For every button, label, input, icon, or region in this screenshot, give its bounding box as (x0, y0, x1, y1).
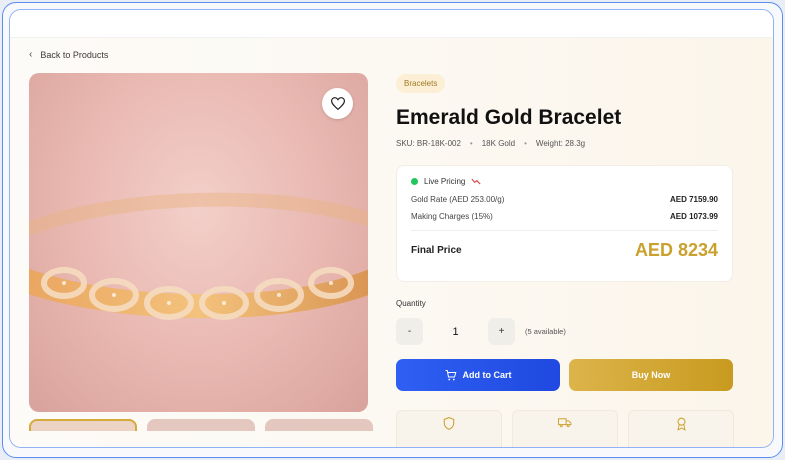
action-buttons: Add to Cart Buy Now (396, 359, 733, 391)
divider (411, 230, 718, 231)
making-charges-row: Making Charges (15%) AED 1073.99 (411, 212, 718, 221)
app-window: ‹ Back to Products Bracelets Emerald Gol… (9, 9, 774, 448)
live-pricing-label: Live Pricing (424, 177, 466, 186)
quantity-stepper: - 1 + (5 available) (396, 318, 566, 345)
favorite-button[interactable] (322, 88, 353, 119)
award-icon (676, 417, 686, 431)
thumbnail[interactable] (265, 419, 373, 431)
gold-rate-value: AED 7159.90 (669, 195, 718, 204)
trend-down-icon (471, 178, 481, 185)
feature-card (512, 410, 618, 447)
gold-rate-label: Gold Rate (AED 253.00/g) (411, 195, 505, 204)
add-to-cart-label: Add to Cart (462, 370, 512, 380)
buy-now-label: Buy Now (631, 370, 671, 380)
final-price-row: Final Price AED 8234 (411, 240, 718, 261)
feature-card (396, 410, 502, 447)
quantity-value[interactable]: 1 (423, 326, 488, 338)
thumbnail-strip (29, 419, 373, 431)
increase-quantity-button[interactable]: + (488, 318, 515, 345)
stock-available: (5 available) (525, 327, 566, 336)
feature-cards (396, 410, 734, 447)
making-charges-label: Making Charges (15%) (411, 212, 493, 221)
separator: • (524, 139, 527, 148)
thumbnail[interactable] (147, 419, 255, 431)
decrease-quantity-button[interactable]: - (396, 318, 423, 345)
purity: 18K Gold (481, 139, 516, 148)
product-image (29, 73, 368, 412)
weight: Weight: 28.3g (535, 139, 586, 148)
separator: • (469, 139, 473, 148)
category-badge: Bracelets (396, 74, 446, 93)
making-charges-value: AED 1073.99 (669, 212, 718, 221)
buy-now-button[interactable]: Buy Now (569, 359, 733, 391)
cart-icon (445, 369, 456, 380)
top-bar (10, 10, 773, 38)
product-title: Emerald Gold Bracelet (396, 106, 622, 129)
gold-rate-row: Gold Rate (AED 253.00/g) AED 7159.90 (411, 195, 718, 204)
price-card: Live Pricing Gold Rate (AED 253.00/g) AE… (396, 165, 733, 282)
final-price-label: Final Price (411, 245, 462, 256)
back-link-label: Back to Products (40, 49, 109, 60)
back-to-products-link[interactable]: ‹ Back to Products (29, 49, 108, 60)
thumbnail[interactable] (29, 419, 137, 431)
truck-icon (558, 418, 572, 428)
bracelet-illustration (29, 192, 368, 320)
shield-icon (443, 417, 455, 430)
product-meta: SKU: BR-18K-002 • 18K Gold • Weight: 28.… (396, 139, 736, 148)
heart-icon (330, 97, 345, 110)
product-info: Bracelets Emerald Gold Bracelet SKU: BR-… (396, 73, 736, 447)
live-dot-icon (411, 178, 418, 185)
final-price-value: AED 8234 (634, 240, 718, 260)
live-pricing: Live Pricing (411, 177, 718, 186)
add-to-cart-button[interactable]: Add to Cart (396, 359, 560, 391)
quantity-label: Quantity (396, 299, 426, 308)
chevron-left-icon: ‹ (29, 49, 33, 60)
feature-card (628, 410, 734, 447)
product-page: ‹ Back to Products Bracelets Emerald Gol… (10, 38, 773, 447)
sku: SKU: BR-18K-002 (396, 139, 461, 148)
